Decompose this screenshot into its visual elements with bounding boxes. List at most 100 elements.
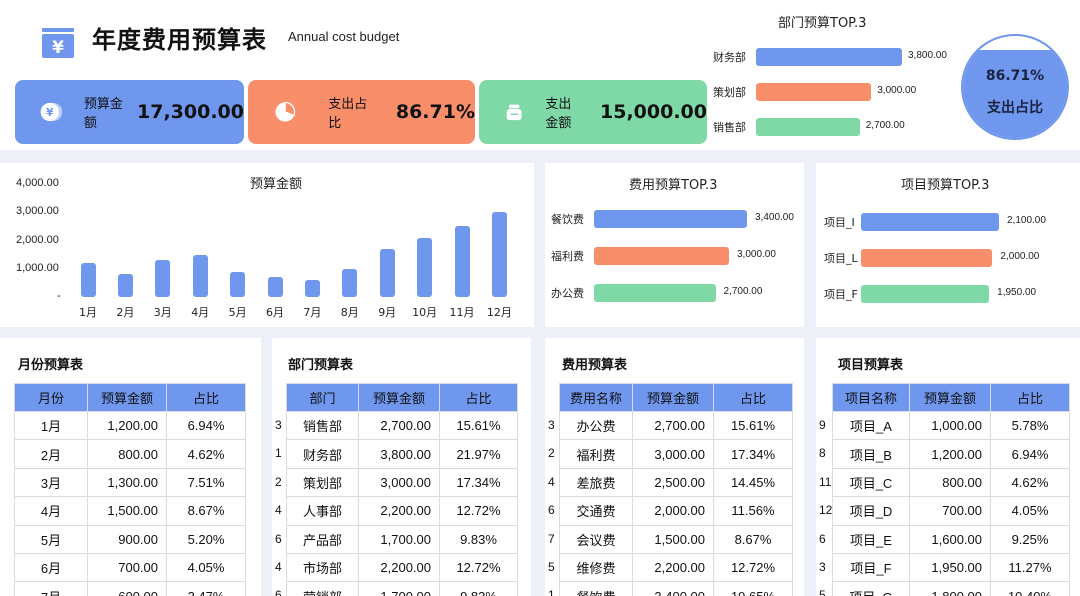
- table-cell: 2,200.00: [632, 552, 714, 583]
- proj_top3-bar-value: 2,000.00: [1000, 251, 1040, 262]
- table-cell: 6.94%: [166, 410, 246, 441]
- table-row[interactable]: 项目_F 1,950.00 11.27%: [832, 552, 1070, 583]
- table-cell: 项目_A: [832, 410, 910, 441]
- rank-number: 6: [819, 531, 826, 546]
- table-cell: 7月: [14, 581, 88, 596]
- chart-title: 预算金额: [250, 177, 303, 192]
- cost_top3-bar-value: 2,700.00: [723, 286, 763, 297]
- kpi-ratio-card[interactable]: 支出占比 86.71%: [248, 80, 475, 144]
- table-cell: 5.78%: [990, 410, 1070, 441]
- table-cell: 6月: [14, 552, 88, 583]
- y-tick-label: 2,000.00: [16, 233, 59, 246]
- table-cell: 4.05%: [990, 496, 1070, 526]
- table-row[interactable]: 维修费 2,200.00 12.72%: [559, 552, 793, 583]
- table-cell: 8.67%: [166, 496, 246, 526]
- table-cell: 人事部: [286, 496, 359, 526]
- table-cell: 产品部: [286, 524, 359, 554]
- table-row[interactable]: 项目_G1,800.0010.40%: [832, 581, 1070, 596]
- table-cell: 差旅费: [559, 467, 633, 498]
- y-tick-label: 1,000.00: [16, 261, 59, 274]
- y-tick-label: 3,000.00: [16, 205, 59, 218]
- table-row[interactable]: 2月 800.00 4.62%: [14, 439, 246, 469]
- table-cell: 3,800.00: [358, 439, 440, 469]
- table-cell: 800.00: [909, 467, 991, 498]
- table-row[interactable]: 产品部 1,700.00 9.83%: [286, 524, 518, 554]
- table-row[interactable]: 7月600.003.47%: [14, 581, 246, 596]
- table-cell: 1,500.00: [87, 496, 167, 526]
- table-cell: 1,500.00: [632, 524, 714, 554]
- table-row[interactable]: 营销部1,700.009.83%: [286, 581, 518, 596]
- table-row[interactable]: 差旅费 2,500.00 14.45%: [559, 467, 793, 498]
- table-cell: 1,700.00: [358, 581, 440, 596]
- table-row[interactable]: 项目_C 800.00 4.62%: [832, 467, 1070, 498]
- column-header: 月份: [14, 383, 88, 412]
- month-axis-label: 7月: [303, 306, 322, 319]
- table-cell: 3,000.00: [358, 467, 440, 498]
- table-row[interactable]: 会议费 1,500.00 8.67%: [559, 524, 793, 554]
- gauge-fill: [963, 49, 1067, 138]
- table-cell: 2,700.00: [632, 410, 714, 441]
- table-cell: 办公费: [559, 410, 633, 441]
- table-row[interactable]: 6月 700.00 4.05%: [14, 552, 246, 583]
- table-row[interactable]: 项目_A 1,000.00 5.78%: [832, 410, 1070, 441]
- cost_top3-bar-value: 3,000.00: [737, 249, 776, 260]
- table-row[interactable]: 办公费 2,700.00 15.61%: [559, 410, 793, 441]
- month-table-title: 月份预算表: [18, 358, 84, 373]
- table-cell: 15.61%: [439, 410, 518, 441]
- table-row[interactable]: 项目_E 1,600.00 9.25%: [832, 524, 1070, 554]
- table-row[interactable]: 策划部 3,000.00 17.34%: [286, 467, 518, 498]
- table-row[interactable]: 交通费 2,000.00 11.56%: [559, 496, 793, 526]
- table-cell: 9.83%: [439, 524, 518, 554]
- table-cell: 3.47%: [166, 581, 246, 596]
- month-bar: [192, 254, 208, 297]
- month-axis-label: 11月: [449, 306, 475, 319]
- table-row[interactable]: 3月 1,300.00 7.51%: [14, 467, 246, 498]
- table-cell: 福利费: [559, 439, 633, 469]
- project-top3-panel: 项目预算TOP.3 项目_I 2,100.00 项目_L 2,000.00 项目_F 1,…: [816, 163, 1080, 327]
- table-row[interactable]: 1月 1,200.00 6.94%: [14, 410, 246, 441]
- table-cell: 9.83%: [439, 581, 518, 596]
- table-row[interactable]: 4月 1,500.00 8.67%: [14, 496, 246, 526]
- table-cell: 2,500.00: [632, 467, 714, 498]
- table-row[interactable]: 5月 900.00 5.20%: [14, 524, 246, 554]
- month-table-panel: 月份预算表 月份 预算金额 占比 1月 1,200.00 6.94% 2月 800.00 4.6…: [0, 338, 261, 596]
- table-cell: 5月: [14, 524, 88, 554]
- column-header: 预算金额: [87, 383, 167, 412]
- kpi-budget-card[interactable]: ¥ 预算金额 17,300.00: [15, 80, 244, 144]
- table-cell: 17.34%: [713, 439, 793, 469]
- cost_top3-bar: [594, 210, 747, 228]
- table-cell: 项目_E: [832, 524, 910, 554]
- table-row[interactable]: 市场部 2,200.00 12.72%: [286, 552, 518, 583]
- table-cell: 8.67%: [713, 524, 793, 554]
- month-bar: [117, 274, 133, 297]
- cost-table: 费用名称 预算金额 占比 办公费 2,700.00 15.61% 福利费 3,000.00 17…: [559, 383, 793, 596]
- table-row[interactable]: 财务部 3,800.00 21.97%: [286, 439, 518, 469]
- column-header: 预算金额: [358, 383, 440, 412]
- table-cell: 900.00: [87, 524, 167, 554]
- column-header: 项目名称: [832, 383, 910, 412]
- table-row[interactable]: 餐饮费3,400.0019.65%: [559, 581, 793, 596]
- month-bar: [304, 280, 320, 297]
- table-row[interactable]: 销售部 2,700.00 15.61%: [286, 410, 518, 441]
- rank-number: 4: [275, 560, 282, 574]
- project-table-panel: 项目预算表 9 8 11 12 6 3 5 项目名称 预算金额 占比 项目_A 1,000.00 5.…: [816, 338, 1080, 596]
- month-bar: [491, 212, 507, 297]
- month-axis-label: 1月: [79, 306, 97, 319]
- dept-table-title: 部门预算表: [288, 358, 354, 373]
- page-title: 年度费用预算表: [92, 26, 267, 54]
- table-row[interactable]: 人事部 2,200.00 12.72%: [286, 496, 518, 526]
- cost_top3-bar: [594, 284, 716, 302]
- table-row[interactable]: 项目_B 1,200.00 6.94%: [832, 439, 1070, 469]
- rank-number: 5: [548, 560, 555, 574]
- rank-number: 3: [275, 418, 282, 432]
- table-cell: 市场部: [286, 552, 359, 583]
- table-cell: 5.20%: [166, 524, 246, 554]
- month-bar: [454, 226, 470, 297]
- kpi-spend-card[interactable]: 支出金额 15,000.00: [479, 80, 707, 144]
- table-cell: 1,200.00: [909, 439, 991, 469]
- table-cell: 财务部: [286, 439, 359, 469]
- table-row[interactable]: 福利费 3,000.00 17.34%: [559, 439, 793, 469]
- proj_top3-bar-label: 项目_F: [824, 288, 858, 301]
- table-cell: 项目_C: [832, 467, 910, 498]
- table-row[interactable]: 项目_D 700.00 4.05%: [832, 496, 1070, 526]
